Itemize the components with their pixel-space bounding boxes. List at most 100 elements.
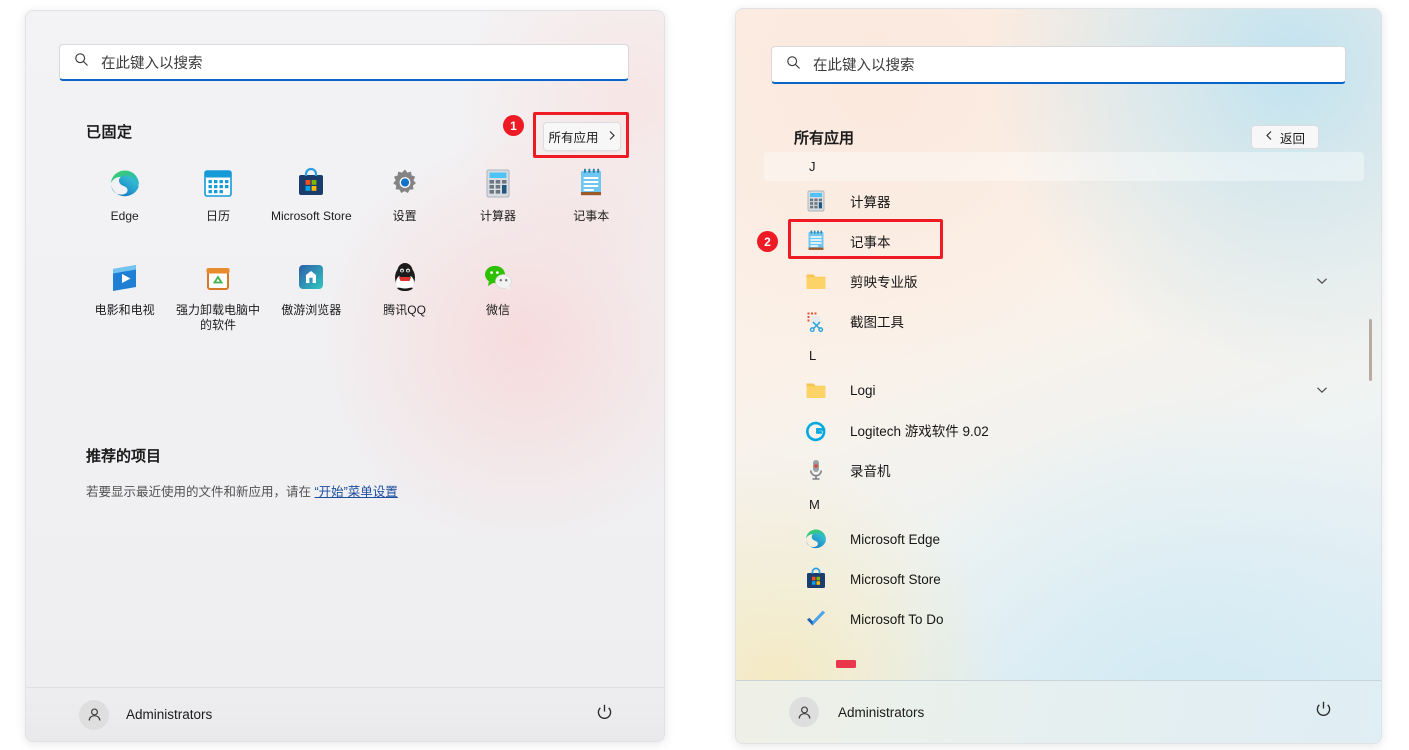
app-row-microsoft-edge[interactable]: Microsoft Edge [764, 519, 1364, 559]
pinned-app-edge[interactable]: Edge [78, 166, 171, 224]
power-icon[interactable] [595, 703, 614, 727]
start-settings-link[interactable]: “开始”菜单设置 [314, 485, 397, 499]
pinned-apps-grid: Edge 日历 Microsoft Store 设置 计算器 记事本 电影和电视… [78, 166, 638, 333]
all-apps-title: 所有应用 [794, 130, 855, 147]
start-menu-footer: Administrators [736, 680, 1381, 743]
annotation-badge-1: 1 [503, 115, 524, 136]
calculator-icon [804, 189, 828, 213]
power-icon[interactable] [1314, 700, 1333, 724]
folder-icon [804, 269, 828, 293]
app-row-notepad[interactable]: 记事本 [764, 219, 1364, 261]
search-placeholder: 在此键入以搜索 [813, 58, 915, 74]
pinned-app-movies-tv[interactable]: 电影和电视 [78, 260, 171, 333]
pinned-app-label: 强力卸载电脑中的软件 [175, 303, 260, 332]
pinned-app-label: 傲游浏览器 [281, 303, 342, 317]
edge-icon [804, 527, 828, 551]
app-label: Microsoft To Do [850, 611, 944, 627]
maxthon-browser-icon [294, 260, 328, 294]
user-name-label[interactable]: Administrators [838, 705, 924, 720]
pinned-app-label: Microsoft Store [270, 209, 352, 223]
back-button[interactable]: 返回 [1251, 125, 1319, 149]
user-avatar-icon[interactable] [79, 699, 109, 730]
calendar-icon [201, 166, 235, 200]
pinned-app-label: 腾讯QQ [383, 303, 426, 317]
group-letter-l[interactable]: L [764, 341, 1364, 370]
pinned-app-label: 微信 [485, 303, 510, 317]
group-letter-m[interactable]: M [764, 490, 1364, 519]
app-label: 截图工具 [850, 315, 904, 330]
chevron-down-icon[interactable] [1316, 381, 1328, 399]
app-row-logitech-gaming-software[interactable]: Logitech 游戏软件 9.02 [764, 410, 1364, 450]
annotation-badge-2: 2 [757, 231, 778, 252]
pinned-app-settings[interactable]: 设置 [358, 166, 451, 224]
app-label: Microsoft Store [850, 571, 941, 587]
recommended-empty-message: 若要显示最近使用的文件和新应用，请在 “开始”菜单设置 [86, 481, 398, 500]
pinned-app-calculator[interactable]: 计算器 [451, 166, 544, 224]
app-label: Microsoft Edge [850, 531, 941, 547]
tencent-qq-icon [388, 260, 422, 294]
start-menu-all-apps-view: 在此键入以搜索 所有应用 返回 J 计算器 记事本 剪映专业版 截图工具 L L… [735, 8, 1382, 744]
app-label: Logi [850, 382, 876, 398]
search-input[interactable]: 在此键入以搜索 [771, 46, 1346, 84]
search-icon [786, 55, 801, 75]
app-list-scrollbar[interactable] [1369, 319, 1372, 381]
app-label: 剪映专业版 [850, 275, 918, 290]
app-row-calculator[interactable]: 计算器 [764, 181, 1364, 221]
settings-gear-icon [388, 166, 422, 200]
pinned-app-microsoft-store[interactable]: Microsoft Store [265, 166, 358, 224]
app-row-microsoft-todo[interactable]: Microsoft To Do [764, 599, 1364, 639]
all-apps-list[interactable]: J 计算器 记事本 剪映专业版 截图工具 L Logi Logitech 游戏软… [764, 152, 1364, 670]
user-avatar-icon[interactable] [789, 697, 819, 727]
microsoft-store-icon [804, 567, 828, 591]
wechat-icon [481, 260, 515, 294]
annotation-highlight-box-1 [533, 112, 629, 158]
start-menu-footer: Administrators [26, 687, 664, 741]
group-letter-j[interactable]: J [764, 152, 1364, 181]
pinned-app-maxthon-browser[interactable]: 傲游浏览器 [265, 260, 358, 333]
app-row-microsoft-store[interactable]: Microsoft Store [764, 559, 1364, 599]
calculator-icon [481, 166, 515, 200]
user-name-label[interactable]: Administrators [126, 707, 212, 722]
app-row-voice-recorder[interactable]: 录音机 [764, 450, 1364, 490]
microsoft-todo-icon [804, 607, 828, 631]
pinned-app-empty-slot [545, 260, 638, 333]
pinned-app-label: 计算器 [479, 209, 516, 223]
app-row-logi[interactable]: Logi [764, 370, 1364, 410]
recommended-section-title: 推荐的项目 [86, 448, 162, 465]
app-label: Logitech 游戏软件 9.02 [850, 424, 989, 439]
recommended-desc-text: 若要显示最近使用的文件和新应用，请在 [86, 485, 315, 499]
notepad-icon [574, 166, 608, 200]
app-label: 计算器 [850, 195, 891, 210]
app-label: 记事本 [850, 235, 891, 250]
uninstaller-icon [201, 260, 235, 294]
pinned-app-label: 电影和电视 [94, 303, 155, 317]
app-row-snipping-tool[interactable]: 截图工具 [764, 301, 1364, 341]
movies-tv-icon [108, 260, 142, 294]
pinned-app-label: 日历 [205, 209, 230, 223]
pinned-app-tencent-qq[interactable]: 腾讯QQ [358, 260, 451, 333]
app-label: 录音机 [850, 464, 891, 479]
pinned-app-label: 设置 [392, 209, 417, 223]
voice-recorder-icon [804, 458, 828, 482]
pinned-apps-row: Edge 日历 Microsoft Store 设置 计算器 记事本 [78, 166, 638, 224]
pinned-app-uninstaller[interactable]: 强力卸载电脑中的软件 [171, 260, 264, 333]
chevron-down-icon[interactable] [1316, 272, 1328, 290]
partially-visible-app-icon[interactable] [834, 659, 858, 670]
notepad-icon [804, 229, 828, 253]
edge-icon [108, 166, 142, 200]
logitech-g-icon [804, 418, 828, 442]
snipping-tool-icon [804, 309, 828, 333]
microsoft-store-icon [294, 166, 328, 200]
app-row-jianying[interactable]: 剪映专业版 [764, 261, 1364, 301]
back-button-label: 返回 [1279, 131, 1305, 146]
search-placeholder: 在此键入以搜索 [101, 55, 203, 72]
search-input[interactable]: 在此键入以搜索 [59, 44, 629, 81]
pinned-app-wechat[interactable]: 微信 [451, 260, 544, 333]
pinned-app-calendar[interactable]: 日历 [171, 166, 264, 224]
search-icon [74, 52, 89, 72]
pinned-app-notepad[interactable]: 记事本 [545, 166, 638, 224]
pinned-app-label: Edge [110, 209, 139, 223]
pinned-section-title: 已固定 [86, 124, 133, 141]
folder-icon [804, 378, 828, 402]
pinned-apps-row: 电影和电视 强力卸载电脑中的软件 傲游浏览器 腾讯QQ 微信 [78, 260, 638, 333]
